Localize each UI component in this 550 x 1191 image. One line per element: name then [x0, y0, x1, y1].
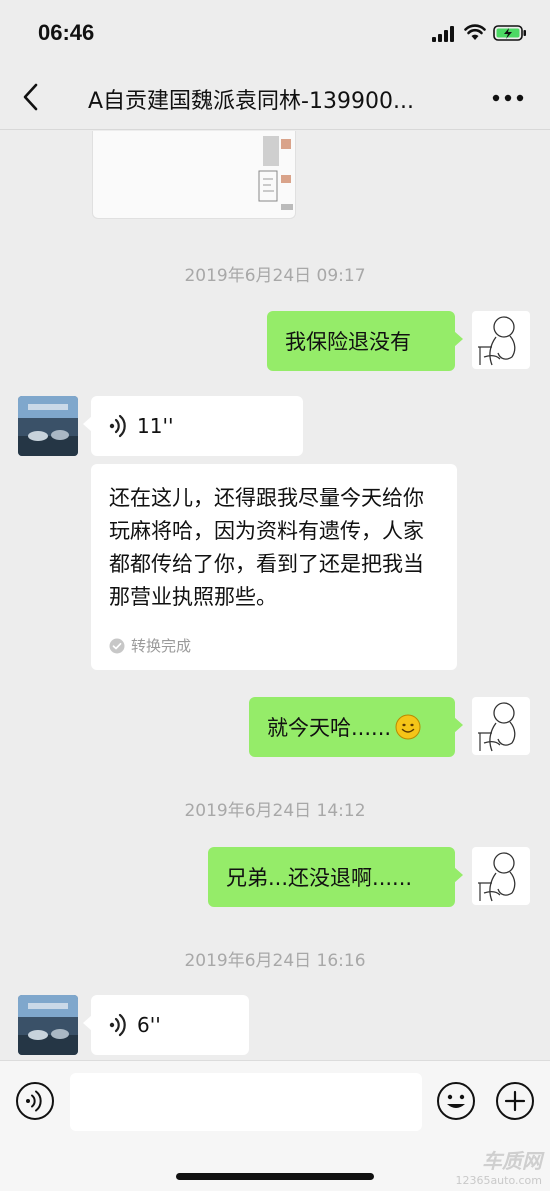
voice-transcript-bubble[interactable]: 还在这儿，还得跟我尽量今天给你玩麻将哈，因为资料有遗传，人家都都传给了你，看到了… — [91, 464, 457, 670]
emoji-icon[interactable] — [436, 1081, 476, 1121]
cellular-signal-icon — [432, 26, 454, 42]
timestamp: 2019年6月24日 16:16 — [184, 951, 366, 971]
message-text: 我保险退没有 — [285, 330, 411, 354]
battery-charging-icon — [493, 25, 526, 41]
sketch-figure-icon — [478, 702, 516, 752]
message-list[interactable]: 2019年6月24日 09:17 我保险退没有 11'' 还在这儿，还得跟我尽量… — [0, 131, 550, 1060]
more-options-icon[interactable] — [492, 94, 524, 102]
transcript-status: 转换完成 — [109, 635, 191, 656]
user-avatar[interactable] — [472, 311, 530, 369]
voice-message-bubble[interactable]: 11'' — [83, 396, 303, 456]
user-avatar[interactable] — [472, 847, 530, 905]
car-showroom-avatar-icon — [18, 396, 78, 456]
home-indicator — [176, 1173, 374, 1180]
timestamp: 2019年6月24日 09:17 — [184, 266, 366, 286]
user-avatar[interactable] — [472, 697, 530, 755]
voice-duration: 6'' — [137, 1013, 161, 1037]
image-message[interactable] — [92, 131, 296, 219]
message-bubble-outgoing[interactable]: 就今天哈...... — [249, 697, 463, 757]
transcript-status-label: 转换完成 — [131, 637, 192, 655]
voice-message-bubble[interactable]: 6'' — [83, 995, 249, 1055]
transcript-text: 还在这儿，还得跟我尽量今天给你玩麻将哈，因为资料有遗传，人家都都传给了你，看到了… — [109, 486, 424, 609]
back-arrow-icon[interactable] — [20, 82, 40, 112]
chat-title: A自贡建国魏派袁同林-139900... — [88, 89, 414, 114]
sketch-figure-icon — [478, 852, 516, 902]
contact-avatar[interactable] — [18, 396, 78, 456]
status-time: 06:46 — [38, 20, 95, 45]
message-text: 兄弟...还没退啊...... — [226, 866, 413, 890]
smile-emoji-icon — [395, 714, 421, 740]
check-circle-icon — [109, 638, 125, 653]
watermark-brand: 车质网 — [482, 1149, 542, 1173]
sketch-figure-icon — [478, 316, 516, 366]
voice-wave-icon — [109, 1013, 126, 1037]
voice-input-icon[interactable] — [15, 1081, 55, 1121]
voice-wave-icon — [109, 414, 126, 438]
watermark: 车质网 12365auto.com — [455, 1145, 542, 1187]
message-bubble-outgoing[interactable]: 我保险退没有 — [267, 311, 463, 371]
contact-avatar[interactable] — [18, 995, 78, 1055]
wifi-icon — [464, 24, 486, 40]
car-showroom-avatar-icon — [18, 995, 78, 1055]
message-bubble-outgoing[interactable]: 兄弟...还没退啊...... — [208, 847, 463, 907]
voice-duration: 11'' — [137, 414, 174, 438]
status-bar: 06:46 — [0, 0, 550, 64]
timestamp: 2019年6月24日 14:12 — [184, 801, 366, 821]
add-plus-icon[interactable] — [495, 1081, 535, 1121]
chat-header: A自贡建国魏派袁同林-139900... — [0, 64, 550, 130]
document-thumbnail — [258, 136, 293, 210]
message-input[interactable] — [70, 1073, 422, 1131]
watermark-url: 12365auto.com — [455, 1174, 542, 1187]
message-text: 就今天哈...... — [267, 716, 392, 740]
